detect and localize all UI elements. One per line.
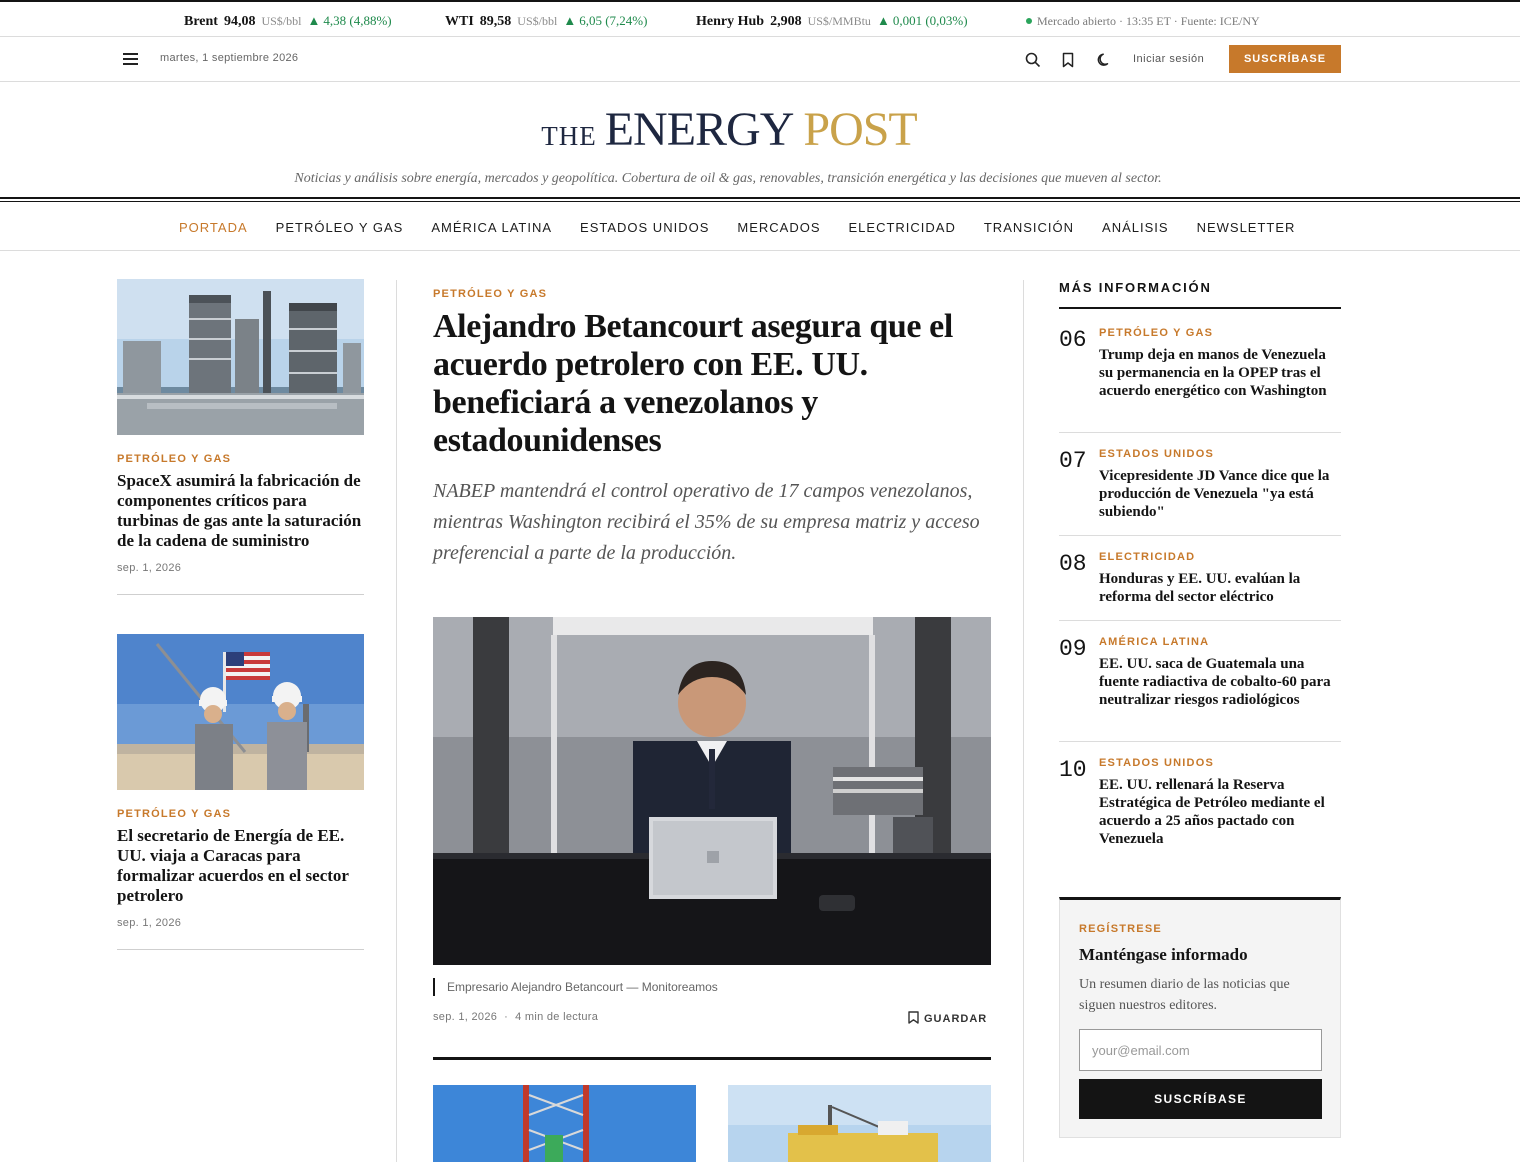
left-story-card[interactable]: PETRÓLEO Y GAS SpaceX asumirá la fabrica… [117,279,364,595]
newsletter-kicker: REGÍSTRESE [1079,923,1162,935]
item-number: 08 [1059,551,1087,577]
item-kicker[interactable]: ESTADOS UNIDOS [1099,448,1214,460]
site-logo[interactable]: THE ENERGY POST [0,102,1458,157]
story-date: sep. 1, 2026 [117,562,182,574]
current-date: martes, 1 septiembre 2026 [160,52,299,64]
ticker-name: Henry Hub [696,14,765,29]
nav-mercados[interactable]: MERCADOS [737,220,820,235]
story-kicker[interactable]: PETRÓLEO Y GAS [117,808,364,820]
nav-electricidad[interactable]: ELECTRICIDAD [849,220,956,235]
lead-article: PETRÓLEO Y GAS Alejandro Betancourt aseg… [433,288,991,569]
story-image-turbine-plant[interactable] [117,279,364,435]
ticker-unit: US$/MMBtu [807,14,871,28]
ticker-item-brent: Brent 94,08 US$/bbl 4,38 (4,88%) [184,13,392,30]
masthead-divider [0,197,1520,199]
newsletter-signup: REGÍSTRESE Manténgase informado Un resum… [1059,897,1341,1138]
save-article-button[interactable]: GUARDAR [908,1011,987,1025]
ticker-change: 6,05 (7,24%) [563,13,647,28]
ticker-name: WTI [445,14,474,29]
item-kicker[interactable]: PETRÓLEO Y GAS [1099,327,1213,339]
ticker-value: 2,908 [770,14,802,29]
more-info-divider [1059,535,1341,536]
utility-bar: martes, 1 septiembre 2026 Iniciar sesión… [0,37,1520,82]
lead-kicker[interactable]: PETRÓLEO Y GAS [433,288,991,300]
lead-dek: NABEP mantendrá el control operativo de … [433,480,980,564]
story-thumbnail-offshore-platform[interactable] [728,1085,991,1162]
nav-estados-unidos[interactable]: ESTADOS UNIDOS [580,220,709,235]
story-kicker[interactable]: PETRÓLEO Y GAS [117,453,364,465]
item-kicker[interactable]: AMÉRICA LATINA [1099,636,1209,648]
bookmark-icon [908,1011,919,1024]
item-number: 10 [1059,757,1087,783]
lead-read-time: 4 min de lectura [515,1011,599,1023]
market-status: Mercado abierto · 13:35 ET · Fuente: ICE… [1026,14,1260,29]
ticker-value: 89,58 [479,14,512,29]
email-field[interactable] [1079,1029,1322,1071]
item-headline[interactable]: Honduras y EE. UU. evalúan la reforma de… [1099,570,1341,606]
ticker-change: 0,001 (0,03%) [877,13,968,28]
subscribe-button[interactable]: SUSCRÍBASE [1229,45,1341,73]
story-headline[interactable]: SpaceX asumirá la fabricación de compone… [117,471,364,551]
item-headline[interactable]: EE. UU. rellenará la Reserva Estratégica… [1099,776,1341,848]
ticker-value: 94,08 [223,14,256,29]
newsletter-description: Un resumen diario de las noticias que si… [1079,977,1290,1013]
story-date: sep. 1, 2026 [117,917,182,929]
status-dot-icon [1026,18,1032,24]
section-divider [433,1057,991,1060]
story-divider [117,594,364,595]
market-status-text: Mercado abierto · 13:35 ET · Fuente: ICE… [1037,14,1260,28]
nav-portada[interactable]: PORTADA [179,220,248,235]
newsletter-subscribe-button[interactable]: SUSCRÍBASE [1079,1079,1322,1119]
logo-energy: ENERGY [604,103,795,156]
column-divider [396,280,397,1162]
story-headline[interactable]: El secretario de Energía de EE. UU. viaj… [117,826,364,906]
story-divider [117,949,364,950]
ticker-unit: US$/bbl [517,14,558,28]
story-image-energy-secretary[interactable] [117,634,364,790]
ticker-item-wti: WTI 89,58 US$/bbl 6,05 (7,24%) [445,13,647,30]
newsletter-title: Manténgase informado [1079,945,1248,964]
ticker-name: Brent [184,14,218,29]
item-number: 07 [1059,448,1087,474]
main-navigation: PORTADA PETRÓLEO Y GAS AMÉRICA LATINA ES… [0,202,1520,251]
item-headline[interactable]: Trump deja en manos de Venezuela su perm… [1099,346,1341,400]
bookmark-icon[interactable] [1059,51,1077,69]
column-divider [1023,280,1024,1162]
market-ticker: Brent 94,08 US$/bbl 4,38 (4,88%) WTI 89,58 US… [0,0,1520,37]
lead-date: sep. 1, 2026 [433,1011,498,1023]
nav-america-latina[interactable]: AMÉRICA LATINA [431,220,552,235]
left-story-card[interactable]: PETRÓLEO Y GAS El secretario de Energía … [117,634,364,950]
hamburger-icon[interactable] [123,53,138,65]
lead-meta: sep. 1, 2026 · 4 min de lectura [433,1011,599,1023]
lead-headline[interactable]: Alejandro Betancourt asegura que el acue… [433,308,991,460]
more-info-divider [1059,620,1341,621]
story-thumbnail-drilling-rig[interactable] [433,1085,696,1162]
item-number: 06 [1059,327,1087,353]
item-headline[interactable]: EE. UU. saca de Guatemala una fuente rad… [1099,655,1341,709]
item-kicker[interactable]: ELECTRICIDAD [1099,551,1195,563]
more-info-rule [1059,307,1341,309]
lead-image-caption: Empresario Alejandro Betancourt — Monito… [433,978,718,996]
moon-icon[interactable] [1095,51,1113,69]
more-info-divider [1059,741,1341,742]
ticker-change: 4,38 (4,88%) [307,13,391,28]
more-info-heading: MÁS INFORMACIÓN [1059,280,1212,295]
login-link[interactable]: Iniciar sesión [1133,53,1204,65]
search-icon[interactable] [1024,51,1042,69]
nav-petroleo-y-gas[interactable]: PETRÓLEO Y GAS [276,220,404,235]
save-label: GUARDAR [924,1013,988,1025]
logo-the: THE [541,121,597,151]
nav-analisis[interactable]: ANÁLISIS [1102,220,1169,235]
logo-post: POST [803,103,917,156]
item-headline[interactable]: Vicepresidente JD Vance dice que la prod… [1099,467,1341,521]
nav-transicion[interactable]: TRANSICIÓN [984,220,1074,235]
site-tagline: Noticias y análisis sobre energía, merca… [294,171,1162,186]
item-kicker[interactable]: ESTADOS UNIDOS [1099,757,1214,769]
lead-image-betancourt[interactable] [433,617,991,965]
item-number: 09 [1059,636,1087,662]
ticker-unit: US$/bbl [261,14,302,28]
nav-newsletter[interactable]: NEWSLETTER [1197,220,1296,235]
ticker-item-henry-hub: Henry Hub 2,908 US$/MMBtu 0,001 (0,03%) [696,13,968,30]
more-info-divider [1059,432,1341,433]
